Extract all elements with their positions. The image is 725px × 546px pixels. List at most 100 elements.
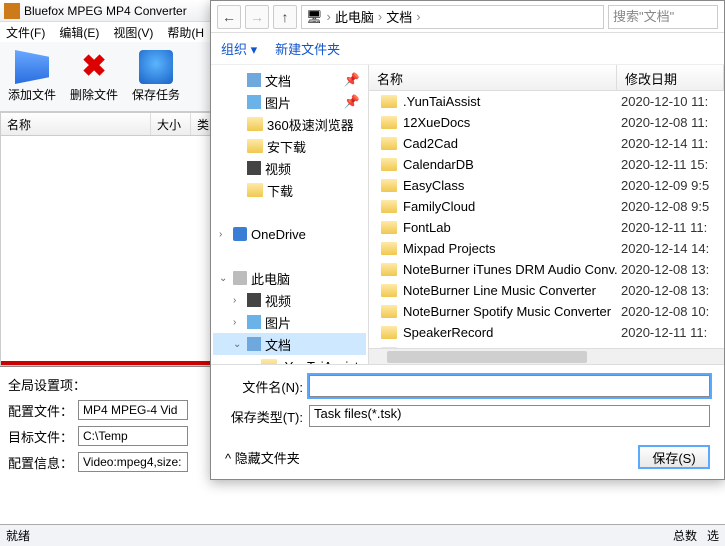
tree-item[interactable]: ›视频	[213, 289, 366, 311]
menu-file[interactable]: 文件(F)	[6, 24, 45, 41]
vid-icon	[247, 293, 261, 307]
tree-item[interactable]	[213, 201, 366, 223]
file-header-date[interactable]: 修改日期	[617, 65, 724, 90]
file-name: SpeakerRecord	[403, 325, 493, 340]
folder-icon	[247, 183, 263, 197]
tree-item[interactable]: 360极速浏览器	[213, 113, 366, 135]
file-row[interactable]: EasyClass2020-12-09 9:5	[369, 175, 724, 196]
tree-item-label: 图片	[265, 313, 291, 332]
file-row[interactable]: FamilyCloud2020-12-08 9:5	[369, 196, 724, 217]
tree-item-label: 视频	[265, 159, 291, 178]
folder-icon	[381, 326, 397, 339]
tree-item-label: 安下载	[267, 137, 306, 156]
disk-icon	[233, 227, 247, 241]
breadcrumb[interactable]: 🖥 › 此电脑 › 文档 ›	[301, 5, 604, 29]
menu-view[interactable]: 视图(V)	[113, 24, 153, 41]
tree-item-label: OneDrive	[251, 227, 306, 242]
crumb-root[interactable]: 此电脑	[335, 7, 374, 26]
save-task-button[interactable]: 保存任务	[132, 50, 180, 103]
tree-item[interactable]: 图片📌	[213, 91, 366, 113]
col-size[interactable]: 大小	[151, 113, 191, 135]
file-row[interactable]: NoteBurner Line Music Converter 2020-12-0…	[369, 280, 724, 301]
file-name: Cad2Cad	[403, 136, 458, 151]
file-row[interactable]: Cad2Cad2020-12-14 11:	[369, 133, 724, 154]
folder-icon	[381, 200, 397, 213]
filetype-select[interactable]: Task files(*.tsk)	[309, 405, 710, 427]
folder-icon	[381, 95, 397, 108]
folder-tree[interactable]: 文档📌图片📌360极速浏览器安下载视频下载›OneDrive⌄此电脑›视频›图片…	[211, 65, 369, 364]
save-button[interactable]: 保存(S)	[638, 445, 710, 469]
file-row[interactable]: 12XueDocs2020-12-08 11:	[369, 112, 724, 133]
file-date: 2020-12-11 15:	[617, 157, 724, 172]
app-title: Bluefox MPEG MP4 Converter	[24, 4, 187, 18]
folder-icon	[381, 263, 397, 276]
tree-item[interactable]: 视频	[213, 157, 366, 179]
file-date: 2020-12-11 11:	[617, 325, 724, 340]
file-date: 2020-12-08 13:	[617, 262, 724, 277]
tree-item[interactable]	[213, 245, 366, 267]
tree-item-label: 文档	[265, 335, 291, 354]
new-folder-button[interactable]: 新建文件夹	[275, 39, 340, 58]
scrollbar-thumb[interactable]	[387, 351, 587, 363]
add-file-button[interactable]: 添加文件	[8, 50, 56, 103]
nav-up-button[interactable]: ↑	[273, 5, 297, 29]
file-name: NoteBurner Spotify Music Converter	[403, 304, 611, 319]
tree-item[interactable]: ›图片	[213, 311, 366, 333]
delete-file-button[interactable]: ✖ 删除文件	[70, 50, 118, 103]
status-total: 总数	[673, 529, 697, 543]
crumb-current[interactable]: 文档	[386, 7, 412, 26]
nav-forward-button[interactable]: →	[245, 5, 269, 29]
organize-menu[interactable]: 组织 ▾	[221, 39, 257, 58]
folder-icon	[381, 305, 397, 318]
menu-help[interactable]: 帮助(H	[167, 24, 204, 41]
menu-edit[interactable]: 编辑(E)	[59, 24, 99, 41]
file-date: 2020-12-14 14:	[617, 241, 724, 256]
tree-item[interactable]: .YunTaiAssist	[213, 355, 366, 364]
filename-input[interactable]	[309, 375, 710, 397]
dialog-body: 文档📌图片📌360极速浏览器安下载视频下载›OneDrive⌄此电脑›视频›图片…	[211, 65, 724, 365]
nav-back-button[interactable]: ←	[217, 5, 241, 29]
save-label: 保存任务	[132, 86, 180, 103]
file-name: Mixpad Projects	[403, 241, 495, 256]
file-row[interactable]: FontLab 2020-12-11 11:	[369, 217, 724, 238]
col-name[interactable]: 名称	[1, 113, 151, 135]
tree-item[interactable]: ⌄此电脑	[213, 267, 366, 289]
file-row[interactable]: SpeakerRecord 2020-12-11 11:	[369, 322, 724, 343]
file-name: NoteBurner iTunes DRM Audio Conv..	[403, 262, 617, 277]
tree-item[interactable]: 下载	[213, 179, 366, 201]
file-date: 2020-12-08 13:	[617, 283, 724, 298]
tree-item[interactable]: ⌄文档	[213, 333, 366, 355]
dialog-actions: ^ 隐藏文件夹 保存(S)	[211, 441, 724, 479]
folder-icon	[381, 116, 397, 129]
info-value[interactable]: Video:mpeg4,size:	[78, 452, 188, 472]
search-input[interactable]: 搜索"文档"	[608, 5, 718, 29]
pin-icon: 📌	[344, 94, 366, 110]
file-header-name[interactable]: 名称	[369, 65, 617, 90]
target-value[interactable]: C:\Temp	[78, 426, 188, 446]
folder-icon	[381, 284, 397, 297]
profile-value[interactable]: MP4 MPEG-4 Vid	[78, 400, 188, 420]
tree-item-label: 文档	[265, 71, 291, 90]
status-bar: 就绪 总数 选	[0, 524, 725, 546]
file-row[interactable]: Mixpad Projects 2020-12-14 14:	[369, 238, 724, 259]
file-list[interactable]: .YunTaiAssist2020-12-10 11:12XueDocs2020…	[369, 91, 724, 348]
pic-icon	[247, 95, 261, 109]
file-row[interactable]: NoteBurner Spotify Music Converter 2020-1…	[369, 301, 724, 322]
horizontal-scrollbar[interactable]	[369, 348, 724, 364]
pin-icon: 📌	[344, 72, 366, 88]
file-date: 2020-12-11 11:	[617, 220, 724, 235]
file-list-header: 名称 修改日期	[369, 65, 724, 91]
file-row[interactable]: .YunTaiAssist2020-12-10 11:	[369, 91, 724, 112]
hide-folders-link[interactable]: ^ 隐藏文件夹	[225, 448, 300, 467]
tree-item[interactable]: 文档 📌	[213, 69, 366, 91]
target-label: 目标文件：	[8, 427, 78, 446]
file-date: 2020-12-08 10:	[617, 304, 724, 319]
tree-item-label: 下载	[267, 181, 293, 200]
file-name: FontLab	[403, 220, 451, 235]
file-name: NoteBurner Line Music Converter	[403, 283, 596, 298]
file-row[interactable]: NoteBurner iTunes DRM Audio Conv..2020-1…	[369, 259, 724, 280]
tree-item[interactable]: 安下载	[213, 135, 366, 157]
dialog-toolbar: 组织 ▾ 新建文件夹	[211, 33, 724, 65]
file-row[interactable]: CalendarDB2020-12-11 15:	[369, 154, 724, 175]
tree-item[interactable]: ›OneDrive	[213, 223, 366, 245]
